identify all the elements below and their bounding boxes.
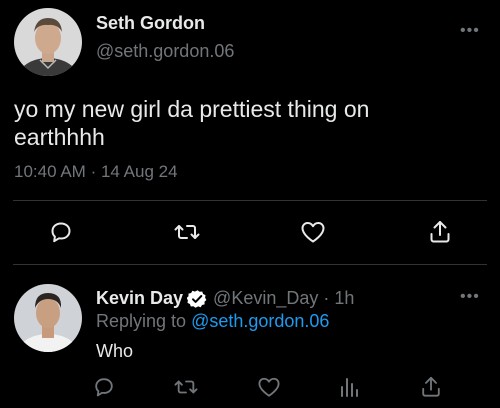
replying-to-handle-link[interactable]: @seth.gordon.06	[191, 311, 329, 331]
author-avatar-seth[interactable]	[14, 8, 82, 76]
like-icon[interactable]	[255, 374, 283, 400]
divider	[13, 264, 487, 265]
replying-to: Replying to @seth.gordon.06	[96, 311, 329, 332]
reply-icon[interactable]	[47, 218, 75, 246]
views-icon[interactable]	[336, 374, 362, 400]
author-name[interactable]: Kevin Day	[96, 288, 183, 309]
tweet-age[interactable]: 1h	[334, 288, 354, 309]
reply-icon[interactable]	[91, 374, 117, 400]
share-icon[interactable]	[418, 374, 444, 400]
more-options-icon[interactable]: •••	[460, 23, 480, 39]
tweet-date[interactable]: 14 Aug 24	[101, 162, 178, 181]
reply-header: Kevin Day @Kevin_Day · 1h	[96, 288, 354, 309]
like-icon[interactable]	[299, 218, 327, 246]
share-icon[interactable]	[426, 218, 454, 246]
tweet-timestamp[interactable]: 10:40 AM · 14 Aug 24	[14, 162, 178, 182]
author-name[interactable]: Seth Gordon	[96, 13, 205, 34]
author-handle[interactable]: @Kevin_Day	[213, 288, 318, 309]
verified-badge-icon	[187, 289, 207, 309]
reply-text: Who	[96, 341, 134, 361]
tweet-text: yo my new girl da prettiest thing on ear…	[14, 95, 369, 151]
tweet-text-line: yo my new girl da prettiest thing on	[14, 96, 370, 122]
tweet-time[interactable]: 10:40 AM	[14, 162, 86, 181]
retweet-icon[interactable]	[172, 374, 200, 400]
more-options-icon[interactable]: •••	[460, 289, 480, 305]
retweet-icon[interactable]	[172, 218, 202, 246]
meta-separator: ·	[323, 288, 330, 308]
meta-separator: ·	[90, 162, 97, 181]
author-handle[interactable]: @seth.gordon.06	[96, 41, 234, 62]
divider	[13, 200, 487, 201]
tweet-text-line: earthhhh	[14, 124, 105, 150]
author-avatar-kevin[interactable]	[14, 284, 82, 352]
replying-to-label: Replying to	[96, 311, 187, 331]
